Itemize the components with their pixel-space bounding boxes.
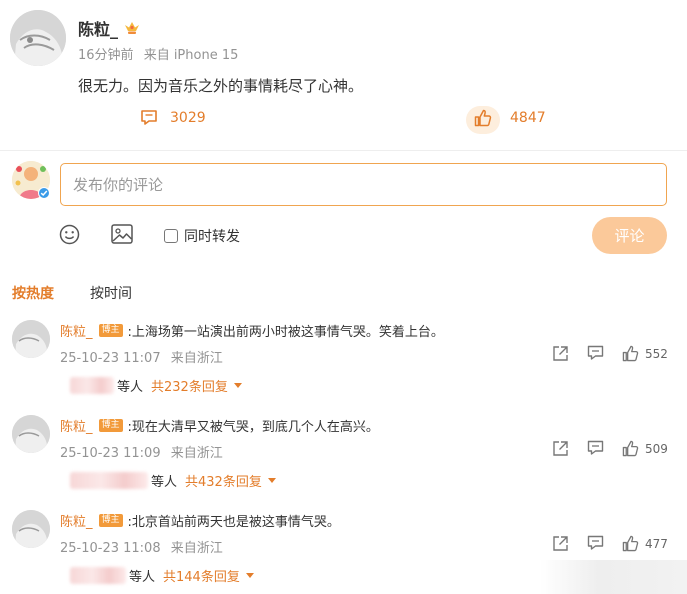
reply-count: 共432条回复 — [185, 475, 262, 490]
comment-time: 25-10-23 11:09 — [60, 446, 161, 461]
reply-count-link[interactable]: 共144条回复 — [163, 566, 254, 585]
comment-icon — [141, 110, 157, 125]
comment-text: :现在大清早又被气哭，到底几个人在高兴。 — [127, 420, 379, 435]
reply-count: 共144条回复 — [163, 570, 240, 585]
comment-author[interactable]: 陈粒_ — [60, 416, 93, 435]
comment-meta: 25-10-23 11:07 来自浙江 — [60, 347, 223, 366]
post-comment-button[interactable]: 3029 — [140, 109, 206, 126]
comment-meta: 25-10-23 11:09 来自浙江 — [60, 442, 223, 461]
blogger-badge: 博主 — [98, 419, 123, 432]
crown-icon — [125, 22, 140, 34]
comment-header: 陈粒_ 博主 :现在大清早又被气哭，到底几个人在高兴。 — [60, 416, 379, 435]
comment-location: 来自浙江 — [170, 351, 223, 366]
image-icon[interactable] — [111, 224, 133, 244]
repost-checkbox[interactable]: 同时转发 — [164, 226, 240, 246]
comment-author[interactable]: 陈粒_ — [60, 321, 93, 340]
divider — [0, 150, 687, 151]
reply-count-link[interactable]: 共232条回复 — [151, 376, 242, 395]
blogger-badge: 博主 — [98, 514, 123, 527]
thumbs-up-icon — [622, 440, 639, 457]
submit-comment-button[interactable]: 评论 — [592, 217, 667, 254]
verified-icon — [38, 187, 50, 199]
post-author: 陈粒_ — [78, 16, 140, 40]
comment-like-button[interactable]: 477 — [622, 535, 668, 552]
post-likes-count: 4847 — [510, 110, 546, 126]
share-icon[interactable] — [552, 345, 569, 361]
reply-suffix: 等人 — [117, 380, 144, 395]
thumbs-up-icon — [474, 109, 492, 127]
redacted-username — [70, 377, 114, 394]
chevron-down-icon — [233, 383, 242, 388]
post-source: 来自 iPhone 15 — [143, 48, 239, 63]
thumbs-up-icon — [622, 345, 639, 362]
share-icon[interactable] — [552, 440, 569, 456]
comment-location: 来自浙江 — [170, 541, 223, 556]
reply-icon[interactable] — [587, 535, 604, 551]
comment-avatar[interactable] — [12, 320, 50, 358]
comment-time: 25-10-23 11:07 — [60, 351, 161, 366]
redacted-username — [70, 472, 148, 489]
post-author-name[interactable]: 陈粒_ — [78, 16, 118, 40]
post-comments-count: 3029 — [170, 109, 206, 126]
thumbs-up-icon — [622, 535, 639, 552]
comment-avatar[interactable] — [12, 510, 50, 548]
comment-author[interactable]: 陈粒_ — [60, 511, 93, 530]
comment-meta: 25-10-23 11:08 来自浙江 — [60, 537, 223, 556]
post-meta: 16分钟前 来自 iPhone 15 — [78, 44, 238, 63]
comment-input[interactable] — [60, 163, 667, 206]
comment-avatar[interactable] — [12, 415, 50, 453]
reply-summary[interactable]: 等人 共432条回复 — [70, 471, 276, 490]
comment-text: :上海场第一站演出前两小时被这事情气哭。笑着上台。 — [127, 325, 444, 340]
redacted-username — [70, 567, 126, 584]
comment-time: 25-10-23 11:08 — [60, 541, 161, 556]
post-author-avatar[interactable] — [10, 10, 66, 66]
reply-summary[interactable]: 等人 共144条回复 — [70, 566, 254, 585]
sort-by-time-tab[interactable]: 按时间 — [90, 283, 132, 303]
reply-suffix: 等人 — [151, 475, 178, 490]
repost-label: 同时转发 — [184, 229, 240, 245]
post-time: 16分钟前 — [78, 48, 134, 63]
sort-by-hot-tab[interactable]: 按热度 — [12, 283, 54, 303]
comment-like-count: 552 — [645, 346, 668, 361]
post-like-button[interactable]: 4847 — [474, 109, 546, 127]
share-icon[interactable] — [552, 535, 569, 551]
comment-like-button[interactable]: 552 — [622, 345, 668, 362]
comment-location: 来自浙江 — [170, 446, 223, 461]
checkbox-box[interactable] — [164, 229, 178, 243]
reply-icon[interactable] — [587, 345, 604, 361]
blogger-badge: 博主 — [98, 324, 123, 337]
comment-text: :北京首站前两天也是被这事情气哭。 — [127, 515, 340, 530]
bottom-fade-overlay — [540, 560, 687, 594]
post-text: 很无力。因为音乐之外的事情耗尽了心神。 — [78, 77, 364, 95]
reply-count: 共232条回复 — [151, 380, 228, 395]
comment-header: 陈粒_ 博主 :北京首站前两天也是被这事情气哭。 — [60, 511, 340, 530]
reply-count-link[interactable]: 共432条回复 — [185, 471, 276, 490]
chevron-down-icon — [267, 478, 276, 483]
comment-like-button[interactable]: 509 — [622, 440, 668, 457]
emoji-icon[interactable] — [59, 224, 80, 245]
reply-suffix: 等人 — [129, 570, 156, 585]
reply-summary[interactable]: 等人 共232条回复 — [70, 376, 242, 395]
reply-icon[interactable] — [587, 440, 604, 456]
comment-header: 陈粒_ 博主 :上海场第一站演出前两小时被这事情气哭。笑着上台。 — [60, 321, 444, 340]
comment-like-count: 477 — [645, 536, 668, 551]
chevron-down-icon — [245, 573, 254, 578]
comment-like-count: 509 — [645, 441, 668, 456]
